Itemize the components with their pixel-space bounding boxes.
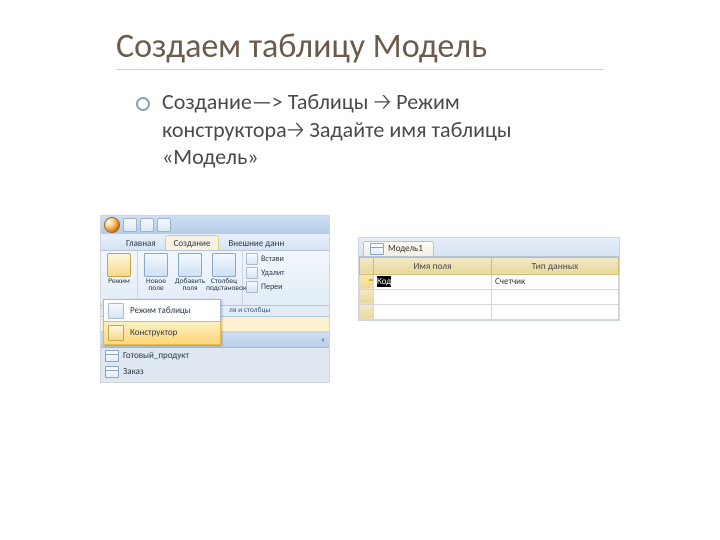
- add-field-button: Добавить поля: [174, 253, 206, 305]
- screenshot-design-grid: Модель1 Имя поля Тип данных Код Счетч: [358, 237, 620, 321]
- ribbon-tabs: Главная Создание Внешние данн: [101, 234, 329, 251]
- row-selector-header: [360, 257, 374, 274]
- lookup-icon: [212, 253, 236, 277]
- nav-item-1-label: Готовый_продукт: [123, 350, 189, 361]
- document-tab-label: Модель1: [388, 243, 423, 254]
- slide: Создаем таблицу Модель Создание—> Таблиц…: [0, 0, 720, 540]
- grid-row-1: Код Счетчик: [360, 274, 619, 289]
- titlebar: [101, 216, 329, 234]
- design-view-icon: [108, 325, 124, 341]
- add-field-icon: [178, 253, 202, 277]
- grid-row-2: [360, 289, 619, 304]
- qat-save-icon: [123, 218, 137, 232]
- delete-mini: Удалит: [246, 267, 284, 279]
- row-selector: [360, 274, 374, 289]
- table-icon: [370, 243, 384, 255]
- new-field-button: Новое поле: [140, 253, 172, 305]
- grid-row-3: [360, 304, 619, 319]
- view-button-label: Режим: [101, 278, 137, 286]
- cell-empty: [492, 289, 619, 304]
- tab-home: Главная: [117, 235, 165, 250]
- delete-icon: [246, 267, 258, 279]
- datasheet-icon: [107, 253, 131, 277]
- qat-undo-icon: [140, 218, 154, 232]
- bullet-text: Создание—> Таблицы 🡢 Режим конструктора🡢…: [162, 88, 604, 171]
- rename-label: Переи: [261, 282, 282, 292]
- document-tab: Модель1: [363, 241, 434, 256]
- cell-empty: [374, 304, 492, 319]
- lookup-button: Столбец подстановок: [208, 253, 240, 305]
- cell-empty: [374, 289, 492, 304]
- row-selector: [360, 289, 374, 304]
- delete-label: Удалит: [261, 268, 284, 278]
- nav-item-2-label: Заказ: [123, 366, 144, 377]
- ribbon: Режим Новое поле Добавить поля Столбец п…: [101, 251, 329, 306]
- view-button: Режим: [103, 253, 135, 305]
- dropdown-design: Конструктор: [103, 321, 221, 345]
- cell-field-name: Код: [374, 274, 492, 289]
- lookup-label: Столбец подстановок: [206, 278, 242, 293]
- bullet-icon: [136, 97, 150, 111]
- dropdown-datasheet-label: Режим таблицы: [130, 305, 191, 316]
- tab-create: Создание: [165, 235, 220, 250]
- screenshot-ribbon: Главная Создание Внешние данн Режим Ново…: [100, 215, 330, 383]
- insert-icon: [246, 253, 258, 265]
- bullet-item: Создание—> Таблицы 🡢 Режим конструктора🡢…: [136, 88, 604, 171]
- table-icon: [105, 366, 119, 378]
- dropdown-datasheet: Режим таблицы: [104, 300, 220, 322]
- screenshots-row: Главная Создание Внешние данн Режим Ново…: [100, 215, 684, 383]
- view-dropdown: Режим таблицы Конструктор: [103, 299, 221, 345]
- office-orb-icon: [104, 217, 120, 233]
- row-selector: [360, 304, 374, 319]
- new-field-icon: [144, 253, 168, 277]
- ribbon-group-views: Режим: [101, 251, 138, 305]
- add-field-label: Добавить поля: [172, 278, 208, 293]
- document-tabbar: Модель1: [359, 238, 619, 257]
- cell-field-name-value: Код: [377, 276, 391, 287]
- cell-data-type: Счетчик: [492, 274, 619, 289]
- nav-collapse-icon: «: [321, 335, 325, 345]
- col-data-type: Тип данных: [492, 257, 619, 274]
- new-field-label: Новое поле: [138, 278, 174, 293]
- slide-title: Создаем таблицу Модель: [116, 26, 604, 70]
- qat-redo-icon: [157, 218, 171, 232]
- rename-mini: Переи: [246, 281, 284, 293]
- insert-label: Встави: [261, 254, 284, 264]
- cell-empty: [492, 304, 619, 319]
- col-field-name: Имя поля: [374, 257, 492, 274]
- nav-item-2: Заказ: [101, 364, 329, 380]
- datasheet-view-icon: [108, 303, 124, 319]
- rename-icon: [246, 281, 258, 293]
- slide-body: Создание—> Таблицы 🡢 Режим конструктора🡢…: [136, 88, 604, 171]
- primary-key-icon: [363, 276, 373, 284]
- ribbon-group-fields: Новое поле Добавить поля Столбец подстан…: [138, 251, 243, 305]
- insert-mini: Встави: [246, 253, 284, 265]
- design-grid: Имя поля Тип данных Код Счетчик: [359, 257, 619, 320]
- ribbon-group-side: Встави Удалит Переи: [243, 251, 287, 305]
- nav-item-1: Готовый_продукт: [101, 348, 329, 364]
- dropdown-design-label: Конструктор: [130, 327, 177, 338]
- table-icon: [105, 350, 119, 362]
- tab-external: Внешние данн: [219, 235, 293, 250]
